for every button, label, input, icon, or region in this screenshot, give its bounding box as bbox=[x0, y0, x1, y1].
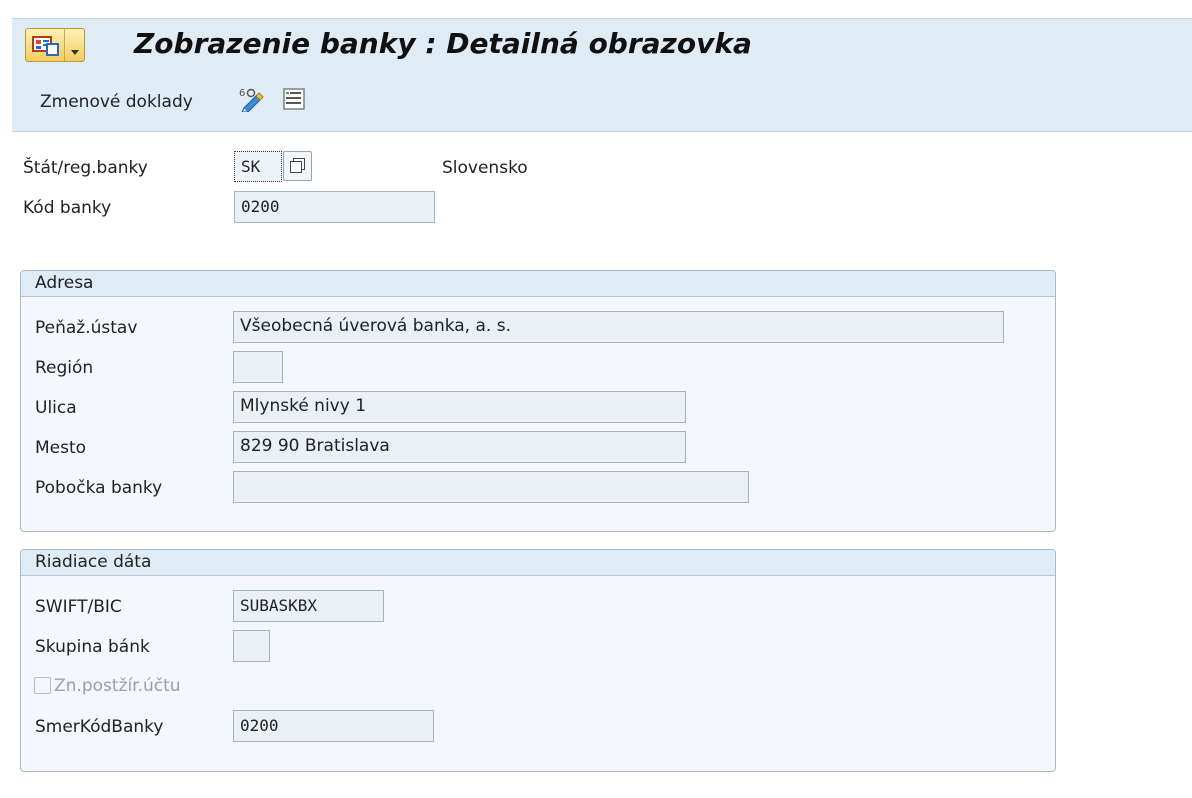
swift-label: SWIFT/BIC bbox=[35, 597, 122, 617]
region-label: Región bbox=[35, 358, 94, 378]
country-label: Štát/reg.banky bbox=[23, 158, 148, 178]
postal-account-checkbox[interactable] bbox=[34, 677, 51, 694]
country-field[interactable]: SK bbox=[234, 151, 282, 182]
bank-group-field[interactable] bbox=[233, 630, 270, 662]
street-label: Ulica bbox=[35, 398, 77, 418]
screen-menu-icon bbox=[32, 36, 59, 56]
control-data-group: Riadiace dáta bbox=[20, 549, 1056, 772]
bank-name-label: Peňaž.ústav bbox=[35, 318, 138, 338]
city-label: Mesto bbox=[35, 438, 87, 458]
application-toolbar: Zmenové doklady 6 bbox=[12, 68, 1192, 132]
postal-account-label: Zn.postžír.účtu bbox=[54, 676, 181, 696]
svg-text:6: 6 bbox=[239, 88, 245, 99]
street-field[interactable]: Mlynské nivy 1 bbox=[233, 391, 686, 423]
region-field[interactable] bbox=[233, 351, 283, 383]
menu-button[interactable] bbox=[25, 28, 85, 62]
change-documents-button[interactable]: Zmenové doklady bbox=[40, 92, 193, 112]
bank-group-label: Skupina bánk bbox=[35, 637, 150, 657]
document-details-icon[interactable] bbox=[283, 88, 305, 110]
bank-key-label: Kód banky bbox=[23, 198, 112, 218]
title-bar: Zobrazenie banky : Detailná obrazovka bbox=[12, 18, 1192, 68]
swift-field[interactable]: SUBASKBX bbox=[233, 590, 384, 622]
bank-number-field[interactable]: 0200 bbox=[233, 710, 434, 742]
bank-key-field[interactable]: 0200 bbox=[234, 191, 435, 223]
country-name: Slovensko bbox=[442, 158, 528, 178]
address-group-title: Adresa bbox=[21, 271, 1055, 297]
branch-label: Pobočka banky bbox=[35, 478, 163, 498]
bank-name-field[interactable]: Všeobecná úverová banka, a. s. bbox=[233, 311, 1004, 343]
branch-field[interactable] bbox=[233, 471, 749, 503]
bank-number-label: SmerKódBanky bbox=[35, 717, 164, 737]
value-help-icon[interactable] bbox=[283, 151, 312, 181]
page-title: Zobrazenie banky : Detailná obrazovka bbox=[134, 27, 752, 60]
control-data-group-title: Riadiace dáta bbox=[21, 550, 1055, 576]
city-field[interactable]: 829 90 Bratislava bbox=[233, 431, 686, 463]
chevron-down-icon[interactable] bbox=[64, 29, 84, 61]
display-change-icon[interactable]: 6 bbox=[238, 86, 270, 112]
